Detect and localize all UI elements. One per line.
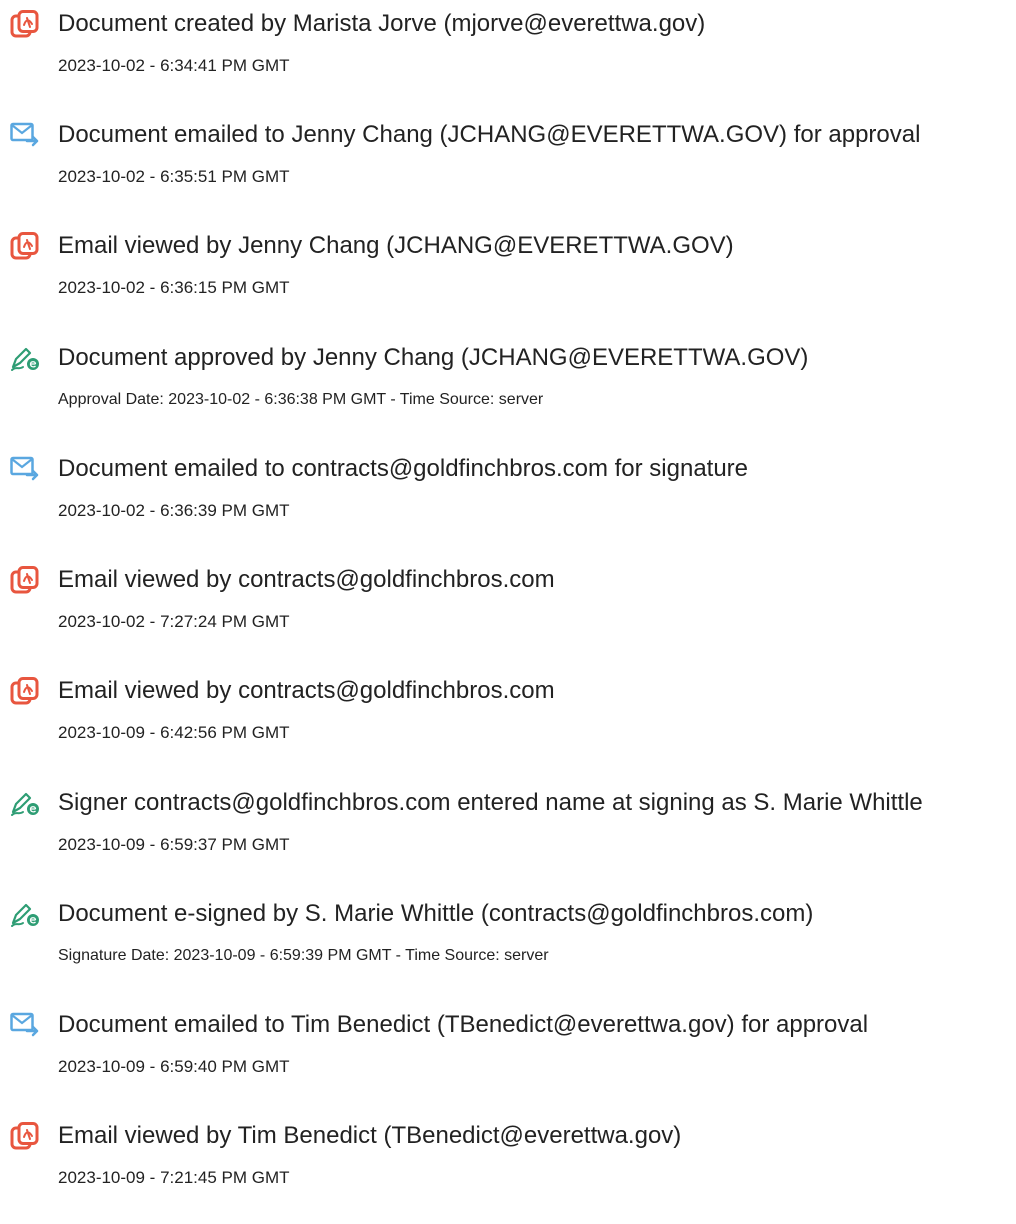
event-timestamp: 2023-10-02 - 6:36:15 PM GMT [58, 278, 290, 297]
event-timestamp: 2023-10-02 - 6:36:39 PM GMT [58, 501, 290, 520]
audit-event-document-created: Document created by Marista Jorve (mjorv… [0, 10, 1016, 110]
event-title: Email viewed by contracts@goldfinchbros.… [58, 566, 555, 593]
audit-event-emailed-for-approval: Document emailed to Jenny Chang (JCHANG@… [0, 121, 1016, 221]
event-timestamp: Signature Date: 2023-10-09 - 6:59:39 PM … [58, 947, 549, 964]
event-title: Document created by Marista Jorve (mjorv… [58, 10, 706, 37]
event-title: Document emailed to Jenny Chang (JCHANG@… [58, 121, 921, 148]
event-timestamp: Approval Date: 2023-10-02 - 6:36:38 PM G… [58, 391, 544, 408]
audit-event-signer-entered-name: Signer contracts@goldfinchbros.com enter… [0, 789, 1016, 889]
esign-pen-icon [10, 900, 40, 928]
event-timestamp: 2023-10-02 - 6:35:51 PM GMT [58, 167, 290, 186]
event-title: Document e-signed by S. Marie Whittle (c… [58, 900, 814, 927]
acrobat-document-icon [10, 10, 40, 38]
event-timestamp: 2023-10-02 - 6:34:41 PM GMT [58, 56, 290, 75]
event-title: Document approved by Jenny Chang (JCHANG… [58, 344, 809, 371]
audit-event-email-viewed: Email viewed by Tim Benedict (TBenedict@… [0, 1122, 1016, 1222]
audit-event-document-approved: Document approved by Jenny Chang (JCHANG… [0, 344, 1016, 444]
acrobat-document-icon [10, 566, 40, 594]
audit-event-email-viewed: Email viewed by contracts@goldfinchbros.… [0, 566, 1016, 666]
event-title: Email viewed by Tim Benedict (TBenedict@… [58, 1122, 682, 1149]
event-timestamp: 2023-10-09 - 6:59:40 PM GMT [58, 1057, 290, 1076]
esign-pen-icon [10, 789, 40, 817]
acrobat-document-icon [10, 1122, 40, 1150]
acrobat-document-icon [10, 232, 40, 260]
event-title: Email viewed by contracts@goldfinchbros.… [58, 677, 555, 704]
esign-pen-icon [10, 344, 40, 372]
event-title: Email viewed by Jenny Chang (JCHANG@EVER… [58, 232, 734, 259]
audit-event-emailed-for-signature: Document emailed to contracts@goldfinchb… [0, 455, 1016, 555]
audit-event-email-viewed: Email viewed by Jenny Chang (JCHANG@EVER… [0, 232, 1016, 332]
email-sent-icon [10, 121, 40, 149]
audit-event-email-viewed: Email viewed by contracts@goldfinchbros.… [0, 677, 1016, 777]
event-timestamp: 2023-10-09 - 6:59:37 PM GMT [58, 835, 290, 854]
audit-event-emailed-for-approval: Document emailed to Tim Benedict (TBened… [0, 1011, 1016, 1111]
event-title: Document emailed to contracts@goldfinchb… [58, 455, 749, 482]
email-sent-icon [10, 1011, 40, 1039]
event-timestamp: 2023-10-02 - 7:27:24 PM GMT [58, 612, 290, 631]
audit-event-document-e-signed: Document e-signed by S. Marie Whittle (c… [0, 900, 1016, 1000]
event-title: Document emailed to Tim Benedict (TBened… [58, 1011, 869, 1038]
email-sent-icon [10, 455, 40, 483]
audit-trail-timeline: Document created by Marista Jorve (mjorv… [0, 0, 1016, 1224]
acrobat-document-icon [10, 677, 40, 705]
event-timestamp: 2023-10-09 - 7:21:45 PM GMT [58, 1168, 290, 1187]
event-title: Signer contracts@goldfinchbros.com enter… [58, 789, 923, 816]
event-timestamp: 2023-10-09 - 6:42:56 PM GMT [58, 723, 290, 742]
